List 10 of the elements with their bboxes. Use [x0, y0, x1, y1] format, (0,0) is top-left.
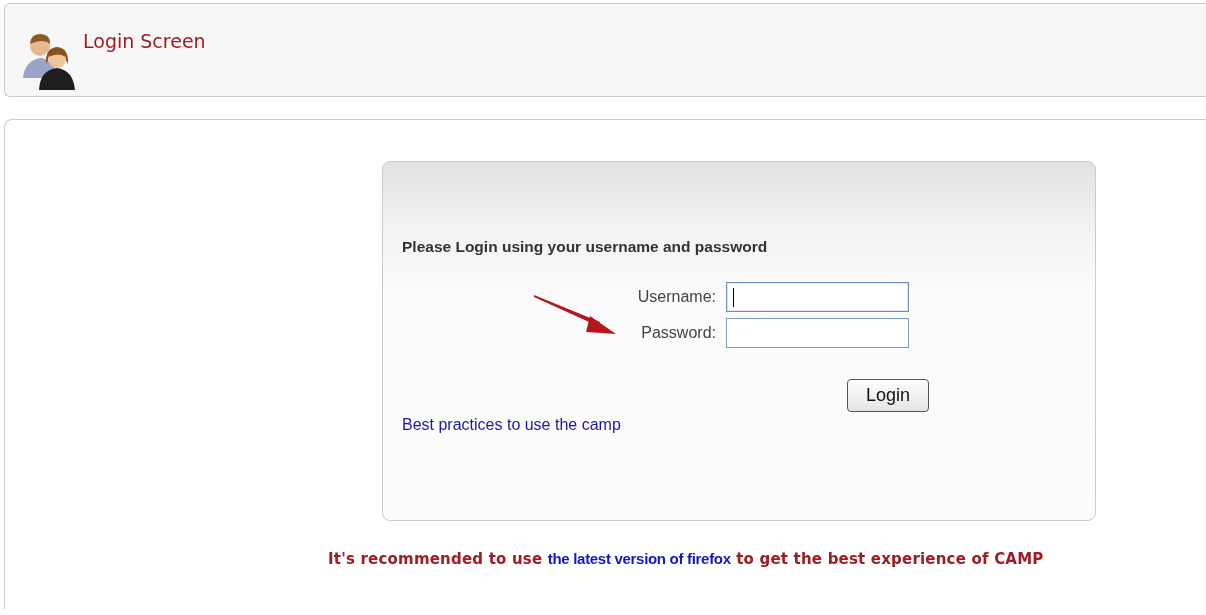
firefox-link[interactable]: the latest version of firefox — [547, 550, 731, 567]
best-practices-link[interactable]: Best practices to use the camp — [402, 416, 621, 434]
field-label: Password: — [640, 324, 716, 342]
browser-notice: It's recommended to use the latest version of firefox to get the best experience of CAMP — [328, 550, 1045, 568]
input-field[interactable] — [726, 282, 909, 312]
field-label: Username: — [636, 288, 716, 306]
login-button[interactable]: Login — [847, 379, 929, 412]
page-title: Login Screen — [83, 30, 206, 52]
input-field[interactable] — [726, 318, 909, 348]
login-heading: Please Login using your username and password — [402, 238, 769, 256]
